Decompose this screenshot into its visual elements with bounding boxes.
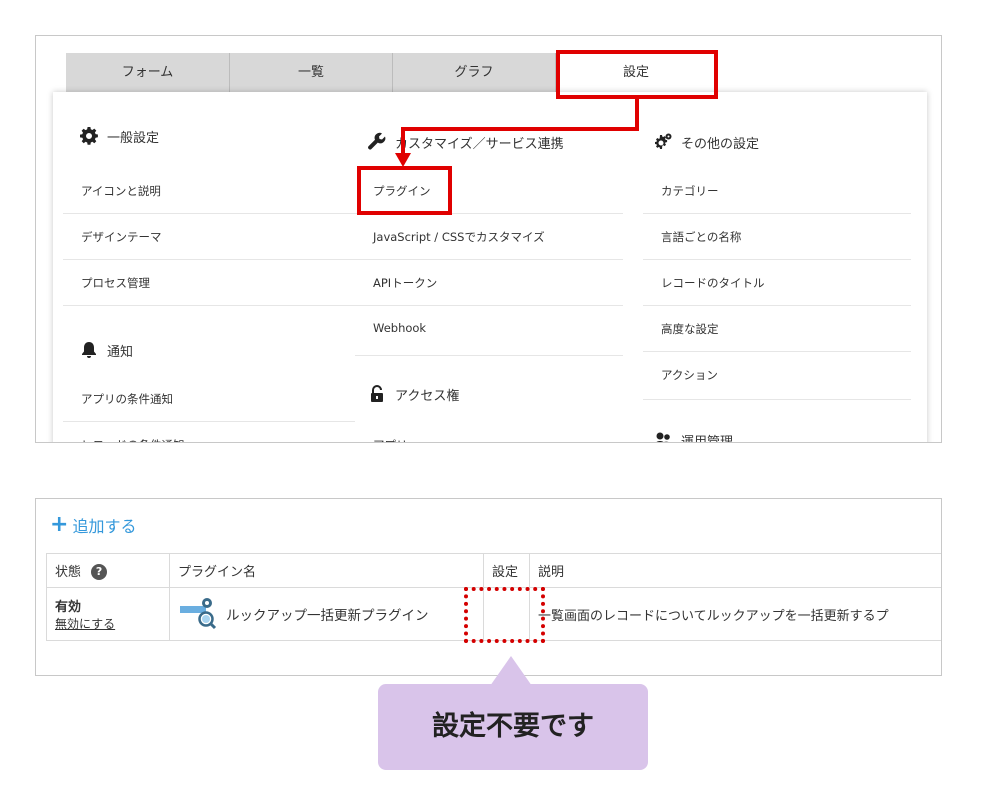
help-icon[interactable]: ? [91,564,108,581]
menu-item-api-token[interactable]: APIトークン [355,260,623,306]
plugin-icon [178,592,218,636]
disable-link[interactable]: 無効にする [55,615,161,632]
status-badge: 有効 [55,600,82,615]
bell-icon [79,340,99,360]
tab-form[interactable]: フォーム [66,53,230,93]
tab-list[interactable]: 一覧 [230,53,393,93]
column-header-status: 状態? [46,553,170,588]
section-heading-label: 運用管理 [681,434,734,443]
column-header-name: プラグイン名 [169,553,484,588]
menu-item-app-condition-notification[interactable]: アプリの条件通知 [63,376,355,422]
menu-item-language-names[interactable]: 言語ごとの名称 [643,214,911,260]
plugin-name-cell: ルックアップ一括更新プラグイン [169,587,484,641]
menu-item-webhook[interactable]: Webhook [355,306,623,356]
column-header-settings: 設定 [483,553,530,588]
people-icon [653,430,673,442]
status-cell: 有効 無効にする [46,587,170,641]
menu-item-record-condition-notification[interactable]: レコードの条件通知 [63,422,355,442]
section-heading-operation: 運用管理 [653,430,734,443]
menu-item-category[interactable]: カテゴリー [643,168,911,214]
menu-item-javascript-css[interactable]: JavaScript / CSSでカスタマイズ [355,214,623,260]
gears-icon [653,132,673,152]
wrench-icon [367,132,387,152]
menu-item-icon-description[interactable]: アイコンと説明 [63,168,355,214]
plugin-description-cell: 一覧画面のレコードについてルックアップを一括更新するプ [529,587,941,641]
section-heading-label: その他の設定 [681,136,760,152]
section-heading-access: アクセス権 [367,384,459,404]
add-plugin-label: 追加する [72,517,137,536]
table-header-row: 状態? プラグイン名 設定 説明 [46,553,941,588]
menu-item-design-theme[interactable]: デザインテーマ [63,214,355,260]
menu-item-record-title[interactable]: レコードのタイトル [643,260,911,306]
plus-icon: + [50,512,69,537]
tab-graph[interactable]: グラフ [393,53,556,93]
menu-item-app-access[interactable]: アプリ [355,422,623,442]
menu-item-process-management[interactable]: プロセス管理 [63,260,355,306]
unlock-icon [367,384,387,404]
plugin-name: ルックアップ一括更新プラグイン [226,608,429,624]
menu-item-advanced-settings[interactable]: 高度な設定 [643,306,911,352]
note-bubble: 設定不要です [378,684,648,770]
gear-icon [79,126,99,146]
section-heading-general: 一般設定 [79,126,159,146]
settings-cell-highlight [464,587,545,643]
column-header-description: 説明 [529,553,941,588]
settings-tab-highlight [556,50,718,99]
section-heading-label: 一般設定 [107,130,160,146]
section-heading-other: その他の設定 [653,132,759,152]
menu-item-action[interactable]: アクション [643,352,911,400]
guide-arrow [395,97,639,167]
note-bubble-tail [490,656,532,686]
section-heading-label: 通知 [107,344,134,360]
add-plugin-link[interactable]: + 追加する [50,513,136,537]
status-header-label: 状態 [55,564,82,580]
section-heading-label: アクセス権 [395,388,460,404]
section-heading-notification: 通知 [79,340,133,360]
